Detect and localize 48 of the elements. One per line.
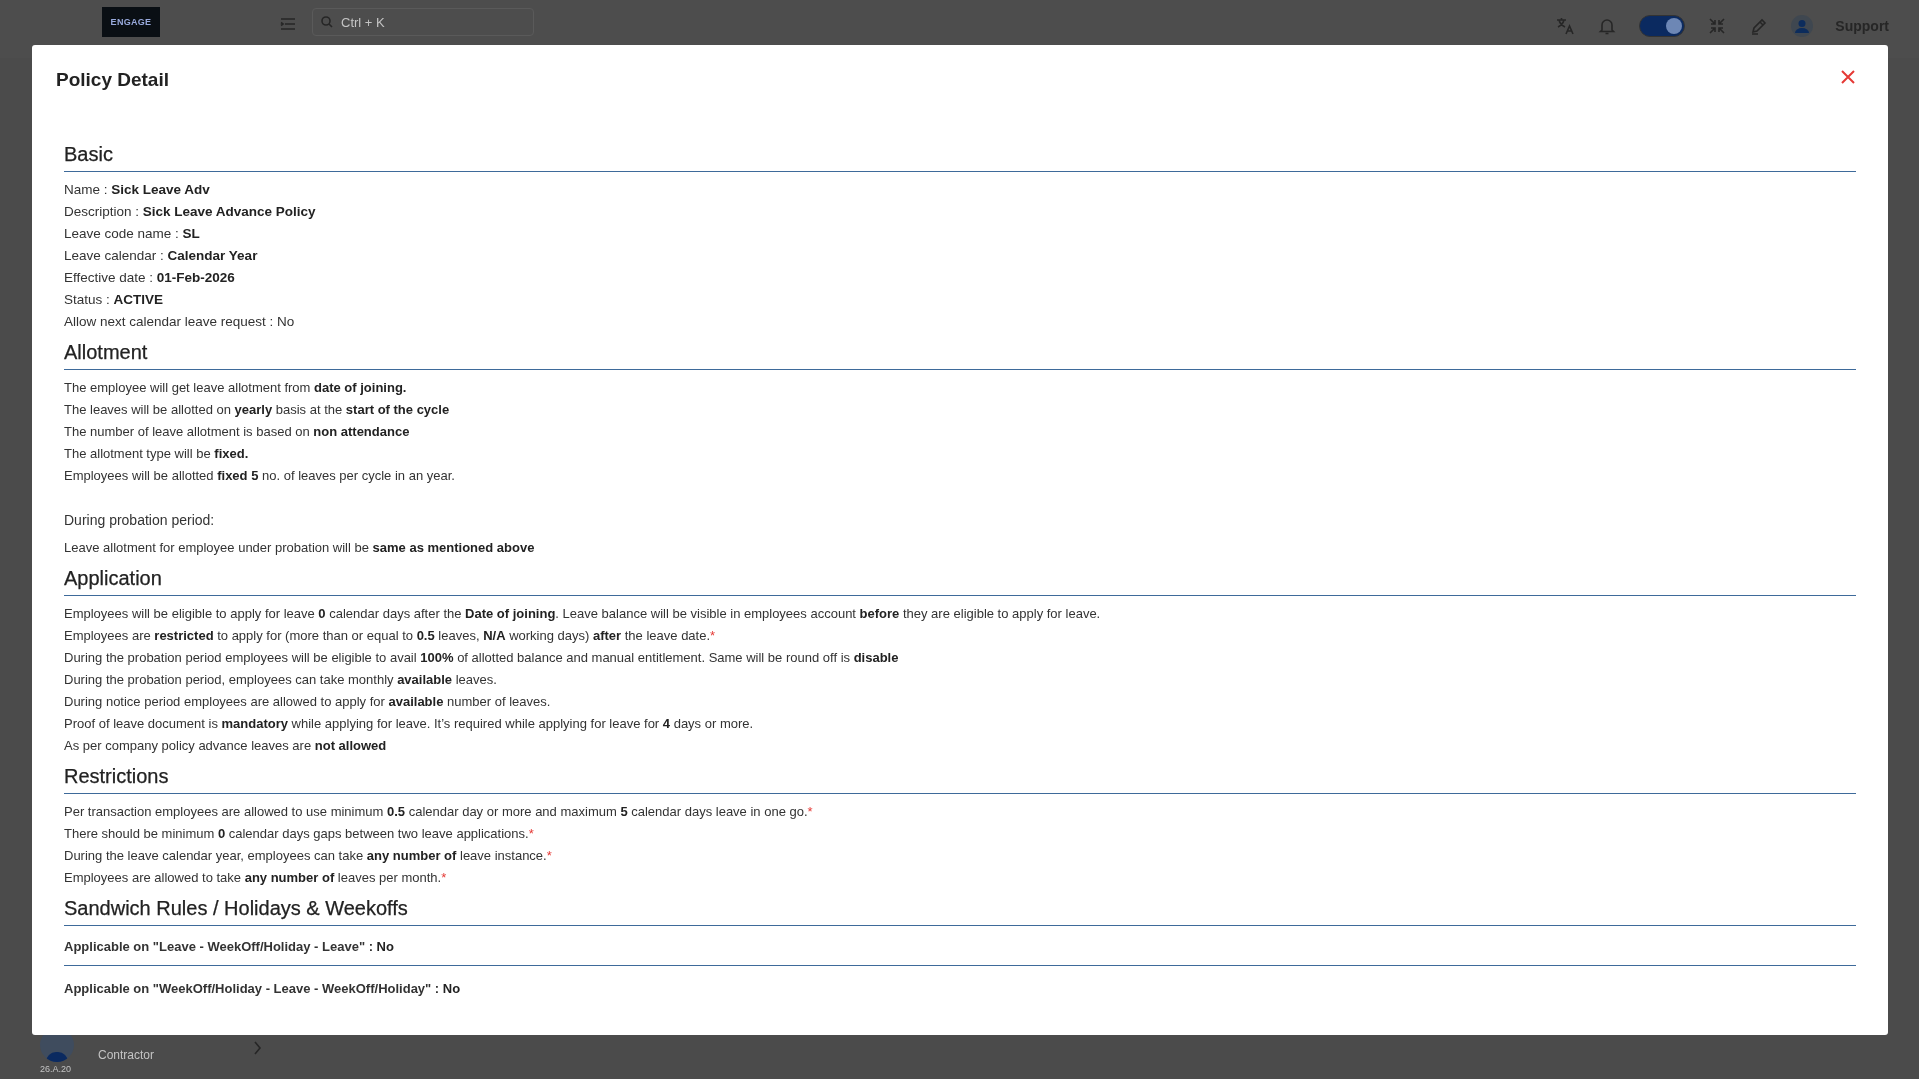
rule-text: Applicable on "Leave - WeekOff/Holiday - Leave" : No	[64, 933, 1856, 966]
policy-text: There should be minimum 0 calendar days gaps between two leave applications.*	[64, 825, 535, 843]
policy-text: During the probation period, employees can take monthly available leaves.	[64, 671, 498, 689]
required-mark: *	[546, 848, 552, 863]
policy-text: Leave code name : SL	[64, 225, 201, 243]
policy-text: As per company policy advance leaves are not allowed	[64, 737, 388, 755]
policy-text: During the leave calendar year, employees can take any number of leave instance.*	[64, 847, 553, 865]
policy-text: The allotment type will be fixed.	[64, 445, 250, 463]
section-heading: Allotment	[64, 341, 1856, 370]
policy-text: Employees are restricted to apply for (more than or equal to 0.5 leaves, N/A working days) after the leave date.*	[64, 627, 717, 645]
logo[interactable]: ENGAGE	[102, 7, 160, 37]
policy-text: Status : ACTIVE	[64, 291, 165, 309]
policy-text: The employee will get leave allotment from date of joining.	[64, 379, 408, 397]
bell-icon[interactable]	[1597, 16, 1618, 36]
policy-text: Effective date : 01-Feb-2026	[64, 269, 236, 287]
policy-text: Allow next calendar leave request : No	[64, 313, 296, 331]
user-icon[interactable]	[1791, 15, 1814, 37]
policy-text: The leaves will be allotted on yearly basis at the start of the cycle	[64, 401, 451, 419]
policy-text: Per transaction employees are allowed to use minimum 0.5 calendar day or more and maximum 5 calendar days leave in one go.*	[64, 803, 814, 821]
translate-icon[interactable]	[1555, 16, 1576, 36]
policy-text: During the probation period employees will be eligible to avail 100% of allotted balance and manual entitlement. Same will be round off is disable	[64, 649, 900, 667]
required-mark: *	[807, 804, 813, 819]
section-heading: Basic	[64, 143, 1856, 172]
required-mark: *	[441, 870, 447, 885]
policy-text: The number of leave allotment is based on non attendance	[64, 423, 411, 441]
section-heading: Restrictions	[64, 765, 1856, 794]
policy-text: During notice period employees are allowed to apply for available number of leaves.	[64, 693, 552, 711]
section-heading: Sandwich Rules / Holidays & Weekoffs	[64, 897, 1856, 926]
policy-text: Proof of leave document is mandatory while applying for leave. It’s required while applying for leave for 4 days or more.	[64, 715, 755, 733]
required-mark: *	[528, 826, 534, 841]
collapse-icon[interactable]	[1707, 16, 1728, 36]
rule-text: Applicable on "WeekOff/Holiday - Leave - WeekOff/Holiday" : No	[64, 980, 462, 998]
subheading: During probation period:	[64, 511, 216, 530]
required-mark: *	[710, 628, 716, 643]
dialog-title: Policy Detail	[56, 69, 169, 91]
policy-text: Description : Sick Leave Advance Policy	[64, 203, 317, 221]
role-label: Contractor	[98, 1048, 155, 1062]
policy-text: Employees will be allotted fixed 5 no. of leaves per cycle in an year.	[64, 467, 456, 485]
version-label: 26.A.20	[40, 1064, 73, 1074]
policy-text: Leave allotment for employee under probation will be same as mentioned above	[64, 539, 536, 557]
theme-toggle[interactable]	[1639, 15, 1686, 37]
policy-text: Name : Sick Leave Adv	[64, 181, 211, 199]
policy-text: Employees will be eligible to apply for leave 0 calendar days after the Date of joining. Leave balance will be visible in employees account before they are eligible to apply for leave.	[64, 605, 1102, 623]
search-icon[interactable]	[320, 15, 334, 29]
policy-text: Employees are allowed to take any number of leaves per month.*	[64, 869, 448, 887]
search-field[interactable]: Ctrl + K	[312, 8, 534, 36]
section-heading: Application	[64, 567, 1856, 596]
policy-text: Leave calendar : Calendar Year	[64, 247, 259, 265]
